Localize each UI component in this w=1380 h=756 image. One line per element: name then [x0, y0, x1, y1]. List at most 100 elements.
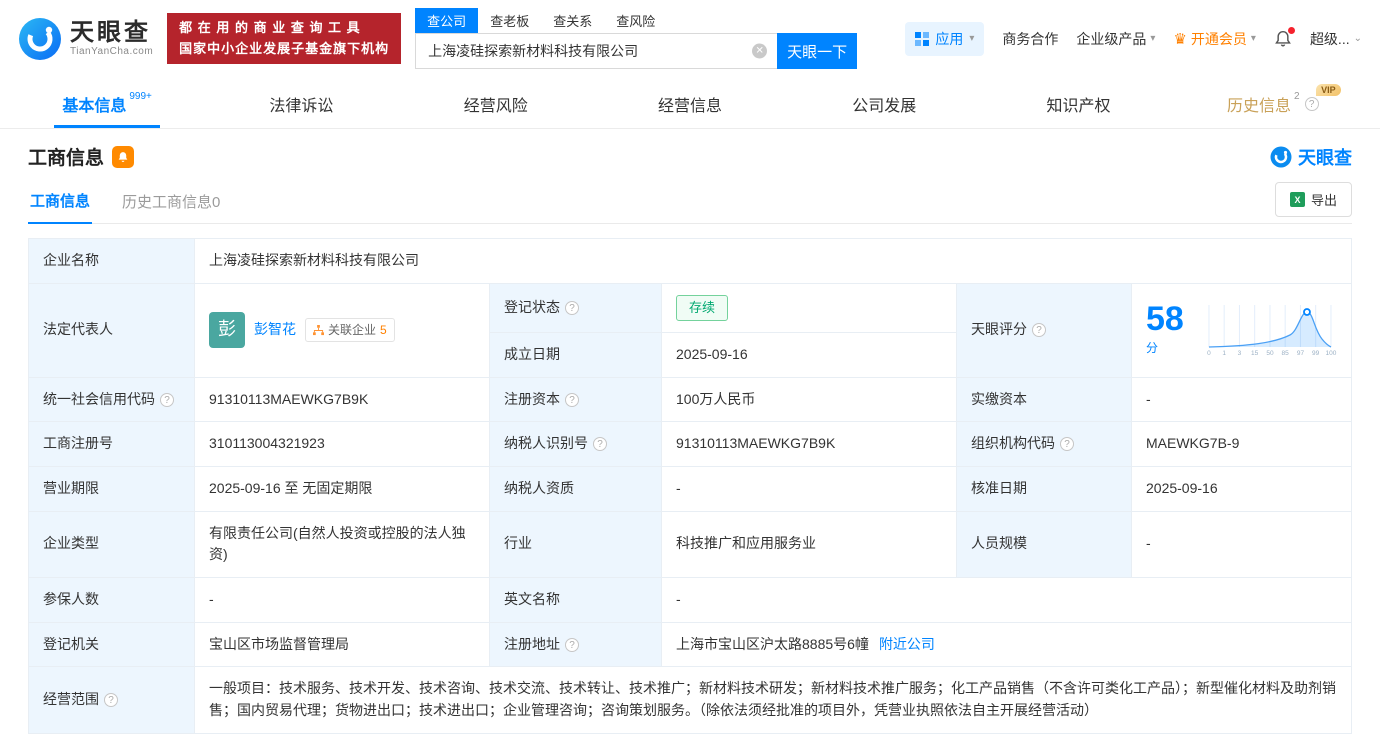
top-nav: 应用 ▾ 商务合作 企业级产品 ▾ ♛ 开通会员 ▾ 超级... ⌄	[905, 21, 1362, 56]
org-code-value: MAEWKG7B-9	[1131, 421, 1352, 467]
paid-capital-label: 实缴资本	[956, 376, 1132, 423]
tab-label: 知识产权	[1046, 97, 1111, 115]
help-icon[interactable]	[160, 392, 174, 407]
tianyancha-logo[interactable]: 天眼查 TianYanCha.com	[18, 17, 153, 61]
tab-label: 经营风险	[463, 97, 528, 115]
business-scope-value: 一般项目：技术服务、技术开发、技术咨询、技术交流、技术转让、技术推广；新材料技术…	[194, 666, 1352, 734]
table-row: 营业期限 2025-09-16 至 无固定期限 纳税人资质 - 核准日期 202…	[28, 465, 1352, 512]
sub-tabs: 工商信息 历史工商信息0 导出	[28, 182, 1352, 224]
table-row: 法定代表人 彭 彭智花 关联企业 5 登记状态? 存续 天眼评分? 58分 0 …	[28, 282, 1352, 378]
tab-legal-proceedings[interactable]: 法律诉讼	[204, 79, 398, 128]
help-icon[interactable]	[565, 300, 579, 315]
score-marker-dot	[1303, 308, 1311, 316]
nav-enterprise-products[interactable]: 企业级产品 ▾	[1076, 29, 1155, 49]
search-tab-company[interactable]: 查公司	[415, 8, 479, 33]
related-companies-label: 关联企业	[328, 322, 377, 337]
reg-address-label: 注册地址	[489, 621, 662, 668]
staff-size-value: -	[1131, 510, 1352, 578]
top-bar: 天眼查 TianYanCha.com 都 在 用 的 商 业 查 询 工 具 国…	[0, 0, 1380, 79]
nav-open-vip[interactable]: ♛ 开通会员 ▾	[1173, 29, 1255, 49]
nav-business-cooperation[interactable]: 商务合作	[1002, 29, 1058, 49]
tab-badge: 2	[1294, 91, 1300, 102]
paid-capital-value: -	[1131, 376, 1352, 423]
establish-date-value: 2025-09-16	[661, 331, 957, 378]
table-row: 企业类型 有限责任公司(自然人投资或控股的法人独资) 行业 科技推广和应用服务业…	[28, 510, 1352, 578]
search-input[interactable]	[415, 33, 778, 69]
section-watermark-logo: 天眼查	[1270, 144, 1352, 170]
watermark-brand-name: 天眼查	[1298, 147, 1352, 168]
enterprise-label: 企业级产品	[1076, 30, 1147, 47]
apps-menu[interactable]: 应用 ▾	[905, 21, 985, 56]
search-tab-boss[interactable]: 查老板	[478, 8, 541, 33]
reg-authority-value: 宝山区市场监督管理局	[194, 621, 490, 668]
help-icon[interactable]	[1060, 437, 1074, 452]
search-button[interactable]: 天眼一下	[777, 33, 858, 69]
promo-line2: 国家中小企业发展子基金旗下机构	[179, 40, 390, 56]
taxpayer-id-value: 91310113MAEWKG7B9K	[661, 421, 957, 467]
svg-text:1: 1	[1222, 350, 1226, 357]
help-icon[interactable]	[565, 392, 579, 407]
export-label: 导出	[1310, 193, 1337, 208]
credit-code-value: 91310113MAEWKG7B9K	[194, 376, 490, 423]
apps-label: 应用	[935, 30, 964, 47]
help-icon[interactable]	[104, 693, 118, 708]
legal-rep-label: 法定代表人	[28, 282, 195, 378]
related-companies-badge[interactable]: 关联企业 5	[305, 317, 395, 343]
svg-text:100: 100	[1326, 350, 1337, 357]
excel-icon	[1289, 192, 1305, 207]
reg-status-cell: 存续	[661, 282, 957, 333]
industry-label: 行业	[489, 510, 662, 578]
tab-operating-risk[interactable]: 经营风险	[399, 79, 593, 128]
score-label: 天眼评分	[956, 282, 1132, 378]
business-info-section: 工商信息 天眼查 工商信息 历史工商信息0 导出	[0, 129, 1380, 756]
score-cell: 58分 0 1 3 15 50 85 97 99 100	[1131, 282, 1352, 378]
crown-icon: ♛	[1173, 30, 1187, 48]
credit-code-label: 统一社会信用代码	[28, 376, 195, 423]
clear-search-icon[interactable]: ✕	[752, 43, 768, 59]
tab-history-info[interactable]: 历史信息 2 VIP	[1176, 79, 1370, 128]
legal-rep-name-link[interactable]: 彭智花	[254, 319, 296, 341]
tab-intellectual-property[interactable]: 知识产权	[981, 79, 1175, 128]
company-type-value: 有限责任公司(自然人投资或控股的法人独资)	[194, 510, 490, 578]
brand-domain: TianYanCha.com	[70, 46, 154, 58]
grid-icon	[915, 31, 930, 46]
cooperation-label: 商务合作	[1002, 30, 1059, 47]
help-icon[interactable]	[565, 637, 579, 652]
tianyancha-logo-icon	[1270, 146, 1292, 167]
notifications-bell[interactable]	[1274, 26, 1295, 48]
company-section-tabs: 基本信息 999+ 法律诉讼 经营风险 经营信息 公司发展 知识产权 历史信息 …	[0, 79, 1380, 129]
tab-operating-info[interactable]: 经营信息	[593, 79, 787, 128]
help-icon[interactable]	[1304, 96, 1319, 111]
export-button[interactable]: 导出	[1274, 182, 1352, 217]
subtab-business-info[interactable]: 工商信息	[28, 182, 93, 224]
subtab-history-business-info[interactable]: 历史工商信息0	[120, 183, 222, 223]
taxpayer-qualification-value: -	[661, 465, 957, 512]
reg-capital-label: 注册资本	[489, 376, 662, 423]
alert-bell-icon[interactable]	[112, 145, 135, 168]
english-name-value: -	[661, 576, 1352, 623]
help-icon[interactable]	[593, 437, 607, 452]
search-tab-relation[interactable]: 查关系	[541, 8, 604, 33]
tab-label: 公司发展	[852, 97, 917, 115]
reg-address-cell: 上海市宝山区沪太路8885号6幢 附近公司	[661, 621, 1352, 668]
vip-tag: VIP	[1316, 84, 1341, 96]
reg-capital-value: 100万人民币	[661, 376, 957, 423]
score-unit: 分	[1146, 340, 1159, 355]
help-icon[interactable]	[1032, 323, 1046, 338]
nearby-companies-link[interactable]: 附近公司	[879, 634, 935, 656]
brand-name: 天眼查	[70, 18, 151, 46]
taxpayer-qualification-label: 纳税人资质	[489, 465, 662, 512]
tab-label: 经营信息	[657, 97, 722, 115]
search-tab-risk[interactable]: 查风险	[604, 8, 667, 33]
promo-banner: 都 在 用 的 商 业 查 询 工 具 国家中小企业发展子基金旗下机构	[167, 12, 402, 65]
tab-basic-info[interactable]: 基本信息 999+	[10, 79, 204, 128]
staff-size-label: 人员规模	[956, 510, 1132, 578]
chevron-down-icon: ▾	[1250, 33, 1256, 44]
nav-super-vip[interactable]: 超级... ⌄	[1310, 29, 1362, 49]
approval-date-value: 2025-09-16	[1131, 465, 1352, 512]
insured-count-label: 参保人数	[28, 576, 195, 623]
legal-rep-avatar[interactable]: 彭	[209, 312, 245, 349]
business-info-table: 企业名称 上海凌硅探索新材料科技有限公司 法定代表人 彭 彭智花 关联企业 5 …	[28, 238, 1352, 734]
tab-company-development[interactable]: 公司发展	[787, 79, 981, 128]
search-tabs: 查公司 查老板 查关系 查风险	[415, 8, 857, 33]
